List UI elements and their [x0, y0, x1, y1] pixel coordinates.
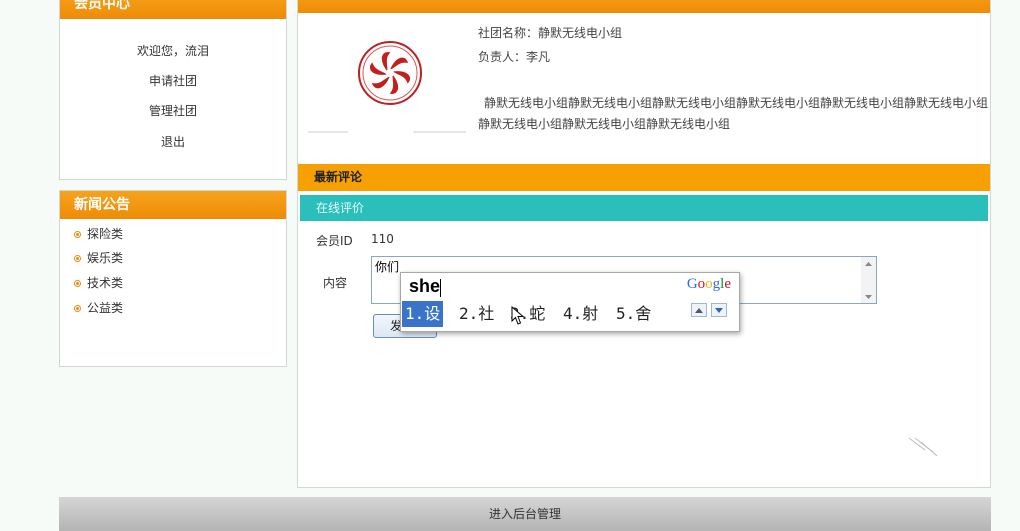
- news-item-entertainment[interactable]: 娱乐类: [74, 249, 123, 266]
- logout-link[interactable]: 退出: [60, 133, 286, 150]
- resize-grip-icon: [905, 432, 941, 465]
- club-description: 静默无线电小组静默无线电小组静默无线电小组静默无线电小组静默无线电小组静默无线电…: [478, 96, 989, 131]
- news-item-label: 探险类: [87, 227, 124, 241]
- top-orange-bar: [298, 0, 990, 13]
- bullet-icon: [74, 255, 81, 262]
- member-center-panel: 会员中心 欢迎您，流泪 申请社团 管理社团 退出: [59, 0, 287, 180]
- ime-candidate-window[interactable]: she Google 1.设 2.社 3.蛇 4.射 5.舍: [400, 272, 740, 332]
- welcome-text: 欢迎您，流泪: [136, 44, 209, 58]
- mouse-cursor-icon: [511, 305, 525, 329]
- news-item-tech[interactable]: 技术类: [74, 274, 123, 291]
- ime-page-up-icon[interactable]: [691, 303, 707, 317]
- news-title: 新闻公告: [60, 191, 286, 219]
- bullet-icon: [74, 231, 81, 238]
- club-logo: [308, 36, 468, 141]
- online-review-header: 在线评价: [300, 195, 988, 221]
- ime-candidate-2[interactable]: 2.社: [456, 301, 497, 327]
- club-leader: 负责人：李凡: [478, 50, 551, 64]
- ime-page-down-icon[interactable]: [711, 303, 727, 317]
- news-item-adventure[interactable]: 探险类: [74, 225, 123, 242]
- admin-entry-bar[interactable]: 进入后台管理: [59, 497, 991, 531]
- member-id-label: 会员ID: [316, 234, 353, 248]
- bullet-icon: [74, 305, 81, 312]
- ime-candidate-5[interactable]: 5.舍: [613, 301, 654, 327]
- manage-club-link[interactable]: 管理社团: [60, 102, 286, 119]
- textarea-scrollbar[interactable]: [861, 257, 876, 303]
- news-panel: 新闻公告 探险类 娱乐类 技术类 公益类: [59, 190, 287, 367]
- news-item-charity[interactable]: 公益类: [74, 299, 123, 316]
- content-text: 你们: [375, 260, 400, 274]
- news-item-label: 公益类: [87, 301, 124, 315]
- club-name: 社团名称：静默无线电小组: [478, 26, 623, 40]
- content-label: 内容: [323, 276, 348, 290]
- news-item-label: 技术类: [87, 276, 124, 290]
- bullet-icon: [74, 280, 81, 287]
- member-center-title: 会员中心: [60, 0, 286, 19]
- latest-comments-header: 最新评论: [298, 164, 990, 191]
- ime-composition: she: [409, 276, 441, 296]
- ime-candidate-4[interactable]: 4.射: [560, 301, 601, 327]
- google-logo: Google: [686, 276, 731, 292]
- club-detail-panel: 社团名称：静默无线电小组 负责人：李凡 静默无线电小组静默无线电小组静默无线电小…: [297, 0, 991, 488]
- ime-caret: [440, 279, 441, 297]
- ime-candidate-1[interactable]: 1.设: [402, 301, 444, 327]
- apply-club-link[interactable]: 申请社团: [60, 72, 286, 89]
- member-id-value: 110: [371, 232, 394, 246]
- news-item-label: 娱乐类: [87, 251, 124, 265]
